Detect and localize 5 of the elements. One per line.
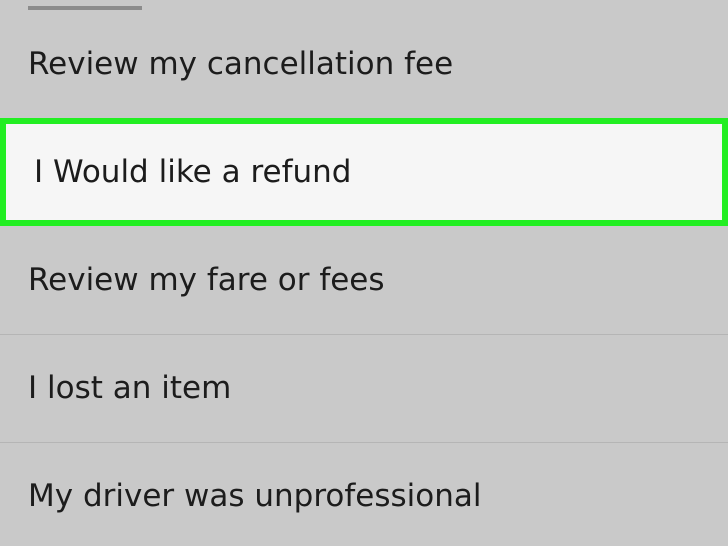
option-row[interactable]: Review my fare or fees bbox=[0, 226, 728, 334]
option-row[interactable]: I Would like a refund bbox=[0, 118, 728, 226]
option-row[interactable]: I lost an item bbox=[0, 335, 728, 442]
option-row[interactable]: My driver was unprofessional bbox=[0, 443, 728, 546]
option-row[interactable]: Review my cancellation fee bbox=[0, 10, 728, 118]
